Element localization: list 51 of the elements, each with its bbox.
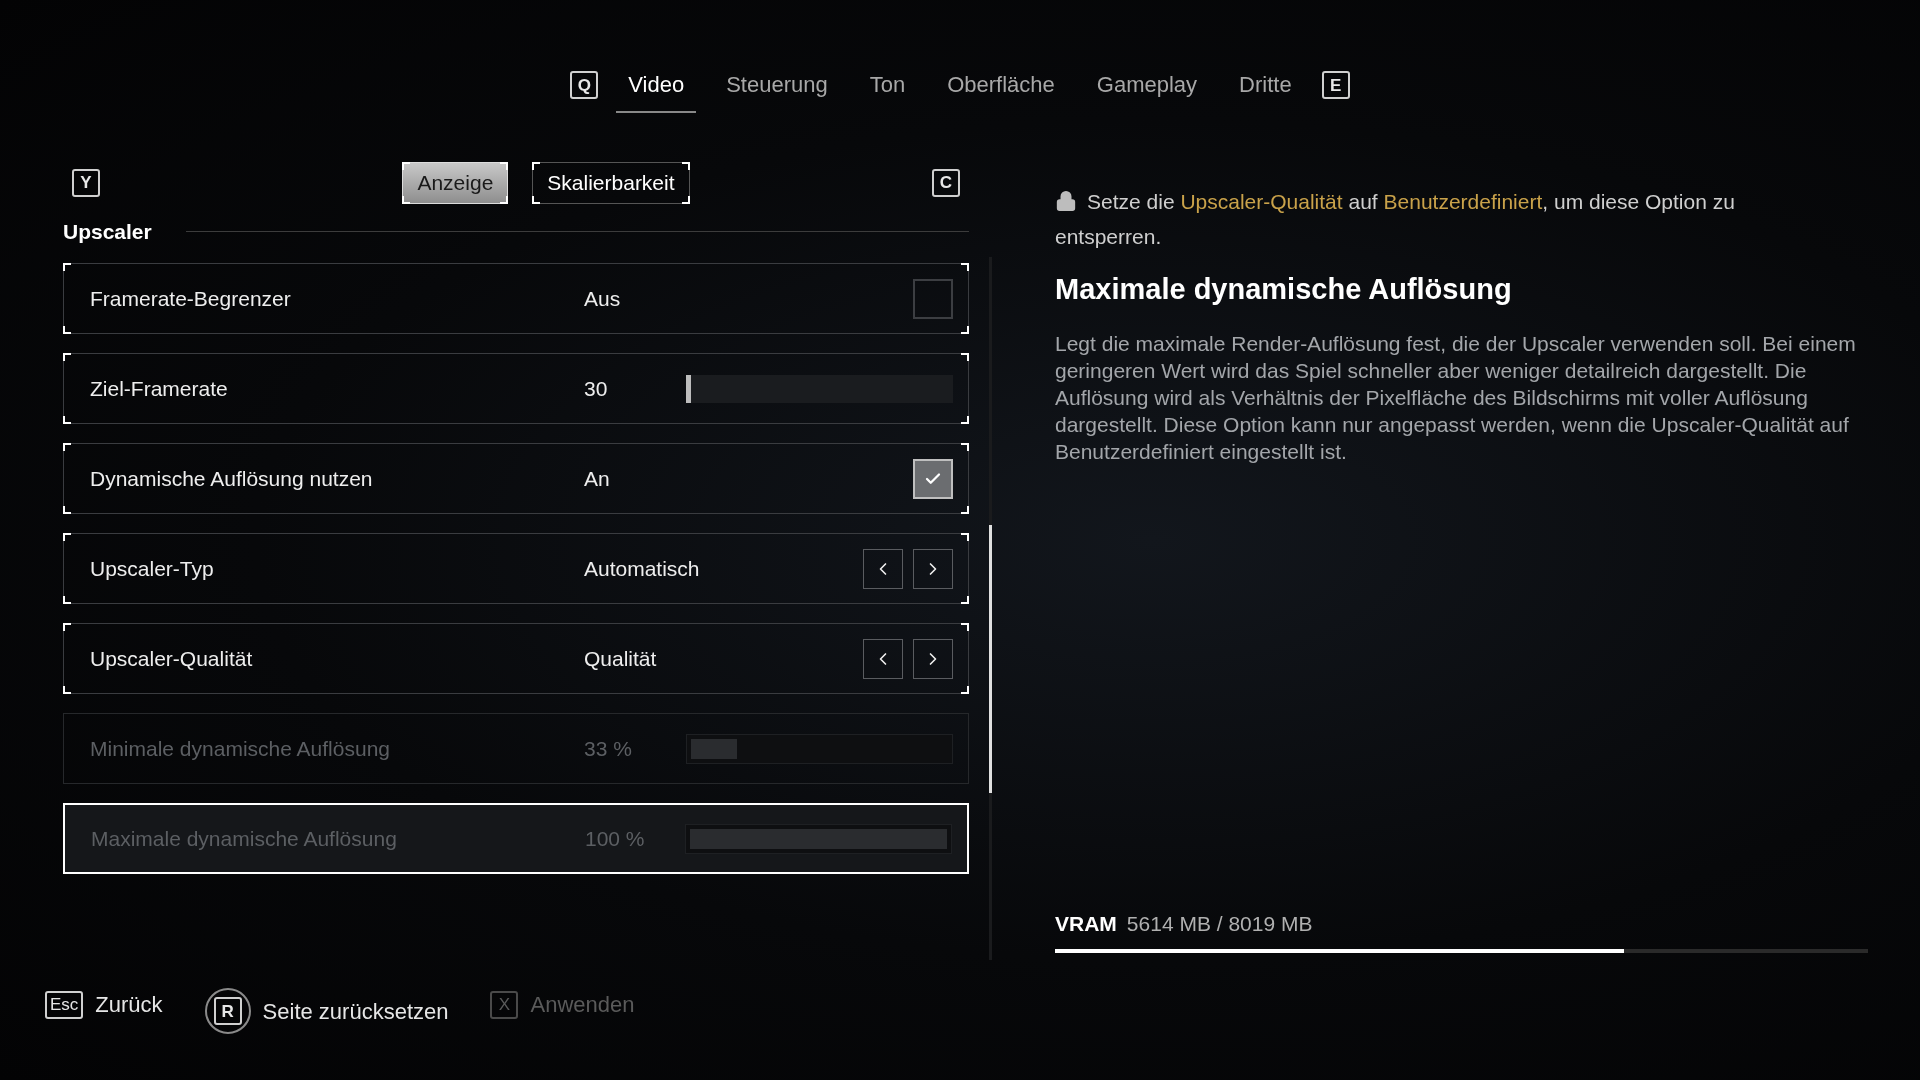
setting-row[interactable]: Ziel-Framerate 30 bbox=[63, 353, 969, 424]
checkbox[interactable] bbox=[913, 278, 953, 319]
key-hint[interactable]: Y bbox=[72, 168, 100, 197]
setting-value: 33 % bbox=[584, 735, 633, 762]
tab[interactable]: Anzeige bbox=[402, 161, 509, 204]
setting-value: Automatisch bbox=[584, 555, 700, 582]
tab[interactable]: Gameplay bbox=[1084, 57, 1210, 113]
setting-row[interactable]: Upscaler-Qualität Qualität bbox=[63, 623, 969, 694]
setting-row[interactable]: Upscaler-Typ Automatisch bbox=[63, 533, 969, 604]
setting-label: Dynamische Auflösung nutzen bbox=[90, 465, 374, 492]
setting-value: 30 bbox=[584, 375, 609, 402]
footer-action[interactable]: R Seite zurücksetzen bbox=[204, 988, 449, 1034]
setting-label: Upscaler-Qualität bbox=[90, 645, 254, 672]
setting-row[interactable]: Dynamische Auflösung nutzen An bbox=[63, 443, 969, 514]
setting-label: Ziel-Framerate bbox=[90, 375, 229, 402]
detail-title: Maximale dynamische Auflösung bbox=[1055, 272, 1513, 307]
slider-track[interactable] bbox=[686, 374, 953, 403]
tab[interactable]: Oberfläche bbox=[935, 57, 1067, 113]
key-hint[interactable]: R bbox=[213, 997, 242, 1025]
scrollbar-thumb[interactable] bbox=[989, 525, 992, 793]
key-hint[interactable]: Q bbox=[570, 71, 599, 99]
previous-button[interactable] bbox=[863, 638, 903, 679]
section-title: Upscaler bbox=[63, 218, 152, 245]
next-button[interactable] bbox=[913, 548, 953, 589]
vram-reading: 5614 MB / 8019 MB bbox=[1126, 910, 1313, 937]
key-hint[interactable]: Esc bbox=[45, 990, 84, 1019]
setting-label: Framerate-Begrenzer bbox=[90, 285, 292, 312]
setting-value: An bbox=[584, 465, 611, 492]
detail-description: Legt die maximale Render-Auflösung fest, die der Upscaler verwenden soll. Bei einem geringeren Wert wird das Spiel schneller aber weniger detailreich dargestellt. Die Auflösung wird als Verhältnis der Pixelfläche des Bildschirms mit voller Auflösung dargestellt. Diese Option kann nur angepasst werden, wenn die Upscaler-Qualität auf Benutzerdefiniert eingestellt ist. bbox=[1055, 330, 1857, 465]
next-button[interactable] bbox=[913, 638, 953, 679]
lock-notice: Setze die Upscaler-Qualität auf Benutzerdefiniert, um diese Option zu entsperren. bbox=[1055, 188, 1736, 250]
footer-action[interactable]: Esc Zurück bbox=[45, 988, 163, 1021]
setting-value: Aus bbox=[584, 285, 622, 312]
tab[interactable]: Video bbox=[616, 57, 697, 113]
key-hint[interactable]: C bbox=[932, 168, 960, 197]
setting-label: Minimale dynamische Auflösung bbox=[90, 735, 391, 762]
setting-value: 100 % bbox=[585, 825, 646, 852]
setting-row[interactable]: Framerate-Begrenzer Aus bbox=[63, 263, 969, 334]
setting-value: Qualität bbox=[584, 645, 658, 672]
tab[interactable]: Steuerung bbox=[714, 57, 840, 113]
slider-thumb[interactable] bbox=[686, 374, 691, 403]
checkbox[interactable] bbox=[913, 458, 953, 499]
tab[interactable]: Skalierbarkeit bbox=[532, 161, 690, 204]
previous-button[interactable] bbox=[863, 548, 903, 589]
setting-label: Maximale dynamische Auflösung bbox=[91, 825, 398, 852]
key-hint[interactable]: E bbox=[1321, 71, 1350, 99]
setting-label: Upscaler-Typ bbox=[90, 555, 215, 582]
tab[interactable]: Dritte bbox=[1227, 57, 1304, 113]
lock-icon bbox=[1055, 189, 1077, 212]
vram-label: VRAM bbox=[1055, 910, 1117, 937]
tab[interactable]: Ton bbox=[857, 57, 918, 113]
